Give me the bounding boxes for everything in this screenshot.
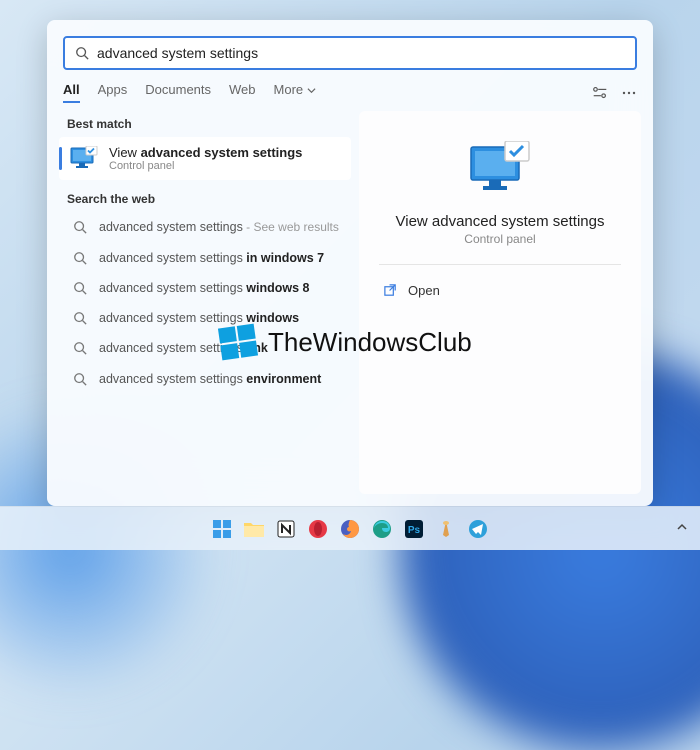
web-result-text: advanced system settings environment xyxy=(99,371,321,387)
tab-apps[interactable]: Apps xyxy=(98,82,128,103)
taskbar-photoshop-icon[interactable]: Ps xyxy=(401,516,427,542)
tab-documents[interactable]: Documents xyxy=(145,82,211,103)
taskbar-notion-icon[interactable] xyxy=(273,516,299,542)
preview-pane: View advanced system settings Control pa… xyxy=(359,111,641,494)
taskbar-app-icon[interactable] xyxy=(433,516,459,542)
open-label: Open xyxy=(408,283,440,298)
chevron-down-icon xyxy=(307,86,316,95)
taskbar: Ps xyxy=(0,506,700,550)
search-icon xyxy=(73,281,87,295)
web-result-text: advanced system settings windows xyxy=(99,310,299,326)
open-icon xyxy=(383,283,398,298)
search-icon xyxy=(75,46,89,60)
monitor-settings-icon-large xyxy=(467,141,533,197)
results-column: Best match View advanced system settings… xyxy=(59,111,359,494)
web-result[interactable]: advanced system settings - See web resul… xyxy=(59,212,351,243)
search-input[interactable]: advanced system settings xyxy=(63,36,637,70)
search-web-label: Search the web xyxy=(67,192,351,206)
web-result[interactable]: advanced system settings windows xyxy=(59,303,351,333)
best-match-title: View advanced system settings xyxy=(109,145,302,160)
web-result[interactable]: advanced system settings link xyxy=(59,333,351,363)
web-result[interactable]: advanced system settings in windows 7 xyxy=(59,243,351,273)
tab-more[interactable]: More xyxy=(274,82,316,103)
preview-title: View advanced system settings xyxy=(396,213,605,230)
tab-web[interactable]: Web xyxy=(229,82,256,103)
search-icon xyxy=(73,311,87,325)
web-result-text: advanced system settings link xyxy=(99,340,268,356)
svg-text:Ps: Ps xyxy=(408,525,421,536)
taskbar-firefox-icon[interactable] xyxy=(337,516,363,542)
taskbar-edge-icon[interactable] xyxy=(369,516,395,542)
best-match-result[interactable]: View advanced system settings Control pa… xyxy=(59,137,351,180)
search-query-text: advanced system settings xyxy=(97,45,258,61)
best-match-subtitle: Control panel xyxy=(109,160,302,172)
taskbar-opera-icon[interactable] xyxy=(305,516,331,542)
best-match-label: Best match xyxy=(67,117,351,131)
open-action[interactable]: Open xyxy=(379,277,621,304)
search-icon xyxy=(73,372,87,386)
search-icon xyxy=(73,251,87,265)
web-result-text: advanced system settings - See web resul… xyxy=(99,219,339,236)
web-result[interactable]: advanced system settings environment xyxy=(59,364,351,394)
search-icon xyxy=(73,220,87,234)
web-result[interactable]: advanced system settings windows 8 xyxy=(59,273,351,303)
search-icon xyxy=(73,341,87,355)
web-result-text: advanced system settings windows 8 xyxy=(99,280,310,296)
taskbar-explorer-icon[interactable] xyxy=(241,516,267,542)
filter-tabs: All Apps Documents Web More xyxy=(63,82,637,103)
taskbar-telegram-icon[interactable] xyxy=(465,516,491,542)
more-icon[interactable] xyxy=(621,85,637,101)
tray-chevron-up-icon[interactable] xyxy=(676,520,688,538)
divider xyxy=(379,264,621,265)
filter-icon[interactable] xyxy=(591,84,609,102)
web-result-text: advanced system settings in windows 7 xyxy=(99,250,324,266)
search-panel: advanced system settings All Apps Docume… xyxy=(47,20,653,506)
preview-subtitle: Control panel xyxy=(464,232,535,246)
tab-all[interactable]: All xyxy=(63,82,80,103)
start-button[interactable] xyxy=(209,516,235,542)
monitor-settings-icon xyxy=(69,146,99,172)
